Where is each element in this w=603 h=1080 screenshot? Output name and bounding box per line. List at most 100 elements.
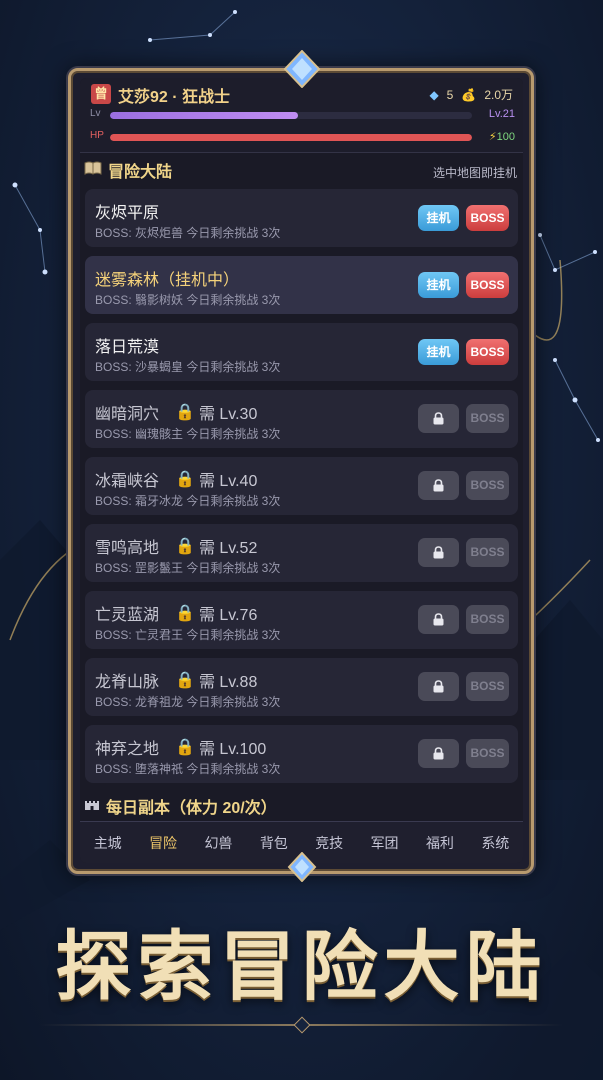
map-boss-info: BOSS: 翳影树妖 今日剩余挑战 3次 <box>95 293 281 307</box>
map-title-row: 幽暗洞穴 🔒 需 Lv.30 <box>95 400 257 424</box>
map-name: 雪鸣高地 <box>95 540 160 557</box>
map-name: 神弃之地 <box>95 741 160 758</box>
locked-idle-button[interactable] <box>418 605 459 634</box>
hp-bar-fill <box>110 134 472 141</box>
boss-button[interactable]: BOSS <box>466 205 509 231</box>
boss-button-disabled[interactable]: BOSS <box>466 404 509 433</box>
map-card[interactable]: 神弃之地 🔒 需 Lv.100 BOSS: 堕落神祇 今日剩余挑战 3次 BOSS <box>85 725 518 783</box>
hp-value-wrap: ⚡100 <box>489 130 515 143</box>
level-requirement-text: 需 Lv.30 <box>198 406 258 423</box>
map-name: 亡灵蓝湖 <box>95 607 160 624</box>
diamond-count: 5 <box>446 87 454 102</box>
map-boss-info: BOSS: 龙脊祖龙 今日剩余挑战 3次 <box>95 695 281 709</box>
boss-button[interactable]: BOSS <box>466 339 509 365</box>
level-requirement: 🔒 需 Lv.88 <box>175 668 257 692</box>
locked-idle-button[interactable] <box>418 471 459 500</box>
map-title-row: 亡灵蓝湖 🔒 需 Lv.76 <box>95 601 257 625</box>
lock-icon: 🔒 <box>175 471 195 488</box>
map-card[interactable]: 龙脊山脉 🔒 需 Lv.88 BOSS: 龙脊祖龙 今日剩余挑战 3次 BOSS <box>85 658 518 716</box>
map-title-row: 龙脊山脉 🔒 需 Lv.88 <box>95 668 257 692</box>
map-title-row: 落日荒漠 <box>95 333 159 357</box>
map-name: 幽暗洞穴 <box>95 406 160 423</box>
castle-icon <box>84 797 100 816</box>
boss-button-disabled[interactable]: BOSS <box>466 538 509 567</box>
map-card[interactable]: 迷雾森林（挂机中） BOSS: 翳影树妖 今日剩余挑战 3次 挂机 BOSS <box>85 256 518 314</box>
map-boss-info: BOSS: 罡影鬣王 今日剩余挑战 3次 <box>95 561 281 575</box>
hp-bar <box>110 134 472 141</box>
level-requirement: 🔒 需 Lv.30 <box>175 400 257 424</box>
locked-idle-button[interactable] <box>418 739 459 768</box>
daily-dungeon-title[interactable]: 每日副本（体力 20/次） <box>84 794 277 818</box>
boss-button-disabled[interactable]: BOSS <box>466 605 509 634</box>
hp-bar-row: HP ⚡100 <box>90 130 515 144</box>
map-card[interactable]: 落日荒漠 BOSS: 沙暴蝎皇 今日剩余挑战 3次 挂机 BOSS <box>85 323 518 381</box>
level-requirement: 🔒 需 Lv.76 <box>175 601 257 625</box>
frame-gem-bottom <box>287 852 317 882</box>
section-title: 冒险大陆 <box>84 158 172 182</box>
idle-button[interactable]: 挂机 <box>418 339 459 365</box>
boss-button-disabled[interactable]: BOSS <box>466 739 509 768</box>
book-icon <box>84 161 102 180</box>
idle-button[interactable]: 挂机 <box>418 205 459 231</box>
map-card[interactable]: 灰烬平原 BOSS: 灰烬炬兽 今日剩余挑战 3次 挂机 BOSS <box>85 189 518 247</box>
map-card[interactable]: 冰霜峡谷 🔒 需 Lv.40 BOSS: 霜牙冰龙 今日剩余挑战 3次 BOSS <box>85 457 518 515</box>
level-requirement: 🔒 需 Lv.40 <box>175 467 257 491</box>
map-name: 龙脊山脉 <box>95 674 160 691</box>
map-boss-info: BOSS: 霜牙冰龙 今日剩余挑战 3次 <box>95 494 281 508</box>
section-hint: 选中地图即挂机 <box>432 166 517 180</box>
tab-item[interactable]: 福利 <box>412 822 467 863</box>
tab-item[interactable]: 系统 <box>468 822 523 863</box>
map-title-row: 雪鸣高地 🔒 需 Lv.52 <box>95 534 257 558</box>
resource-counter: ◆ 5 💰 2.0万 <box>429 86 513 103</box>
hp-label: HP <box>90 130 104 141</box>
lightning-icon: ⚡ <box>488 131 497 143</box>
promo-banner-title: 探索冒险大陆 <box>55 922 548 1011</box>
lock-icon: 🔒 <box>175 672 195 689</box>
map-boss-info: BOSS: 亡灵君王 今日剩余挑战 3次 <box>95 628 281 642</box>
daily-dungeon-label: 每日副本（体力 20/次） <box>106 800 277 817</box>
section-title-text: 冒险大陆 <box>108 164 173 181</box>
diamond-icon: ◆ <box>429 87 439 102</box>
map-title-row: 灰烬平原 <box>95 199 159 223</box>
level-requirement: 🔒 需 Lv.52 <box>175 534 257 558</box>
locked-idle-button[interactable] <box>418 672 459 701</box>
lock-icon: 🔒 <box>175 739 195 756</box>
map-name: 灰烬平原 <box>95 205 160 222</box>
map-title-row: 冰霜峡谷 🔒 需 Lv.40 <box>95 467 257 491</box>
boss-button[interactable]: BOSS <box>466 272 509 298</box>
level-bar-fill <box>110 112 299 119</box>
tab-item[interactable]: 幻兽 <box>191 822 246 863</box>
map-boss-info: BOSS: 沙暴蝎皇 今日剩余挑战 3次 <box>95 360 281 374</box>
tab-item[interactable]: 军团 <box>357 822 412 863</box>
lock-icon: 🔒 <box>175 538 195 555</box>
player-header: 曾 艾莎92 · 狂战士 ◆ 5 💰 2.0万 Lv Lv.21 HP ⚡100 <box>80 78 523 153</box>
level-bar <box>110 112 472 119</box>
boss-button-disabled[interactable]: BOSS <box>466 672 509 701</box>
map-card[interactable]: 雪鸣高地 🔒 需 Lv.52 BOSS: 罡影鬣王 今日剩余挑战 3次 BOSS <box>85 524 518 582</box>
map-boss-info: BOSS: 灰烬炬兽 今日剩余挑战 3次 <box>95 226 281 240</box>
map-name: 落日荒漠 <box>95 339 160 356</box>
map-card[interactable]: 幽暗洞穴 🔒 需 Lv.30 BOSS: 幽瑰骸主 今日剩余挑战 3次 BOSS <box>85 390 518 448</box>
map-name: 迷雾森林（挂机中） <box>95 272 240 289</box>
map-title-row: 迷雾森林（挂机中） <box>95 266 239 290</box>
lock-icon: 🔒 <box>175 404 195 421</box>
level-requirement-text: 需 Lv.52 <box>198 540 258 557</box>
lock-icon: 🔒 <box>175 605 195 622</box>
tab-item[interactable]: 主城 <box>80 822 135 863</box>
map-boss-info: BOSS: 堕落神祇 今日剩余挑战 3次 <box>95 762 281 776</box>
map-boss-info: BOSS: 幽瑰骸主 今日剩余挑战 3次 <box>95 427 281 441</box>
level-bar-row: Lv Lv.21 <box>90 108 515 122</box>
boss-button-disabled[interactable]: BOSS <box>466 471 509 500</box>
player-name: 艾莎92 · 狂战士 <box>118 89 231 106</box>
level-requirement-text: 需 Lv.100 <box>198 741 267 758</box>
map-title-row: 神弃之地 🔒 需 Lv.100 <box>95 735 266 759</box>
locked-idle-button[interactable] <box>418 404 459 433</box>
money-bag-icon: 💰 <box>461 87 477 102</box>
level-requirement-text: 需 Lv.88 <box>198 674 258 691</box>
tab-item[interactable]: 冒险 <box>135 822 190 863</box>
idle-button[interactable]: 挂机 <box>418 272 459 298</box>
locked-idle-button[interactable] <box>418 538 459 567</box>
map-card[interactable]: 亡灵蓝湖 🔒 需 Lv.76 BOSS: 亡灵君王 今日剩余挑战 3次 BOSS <box>85 591 518 649</box>
level-value: Lv.21 <box>488 108 515 120</box>
avatar[interactable]: 曾 <box>91 84 111 104</box>
